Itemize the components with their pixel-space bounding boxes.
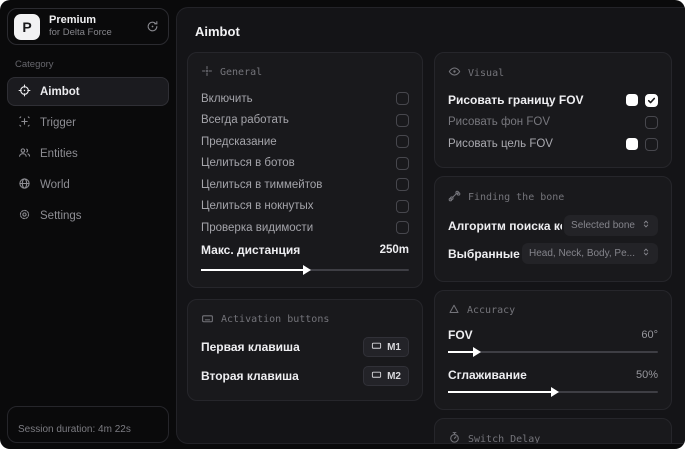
fov-border-row: Рисовать границу FOV (448, 89, 658, 111)
fov-slider[interactable] (448, 347, 658, 357)
fov-background-checkbox[interactable] (645, 115, 658, 129)
app-window: P Premium for Delta Force Category Aimbo… (0, 0, 685, 449)
selected-bones-row: Выбранные кости Head, Neck, Body, Pe... (448, 241, 658, 266)
visual-panel-title: Visual (468, 67, 505, 79)
timer-icon (448, 431, 461, 443)
target-knocked-checkbox[interactable] (396, 199, 409, 213)
fov-target-checkbox[interactable] (645, 137, 658, 151)
visibility-check-checkbox[interactable] (396, 221, 409, 235)
general-icon (201, 65, 213, 80)
sidebar-item-label: Trigger (40, 116, 76, 129)
smoothing-value: 50% (635, 369, 658, 381)
enable-checkbox[interactable] (396, 92, 409, 106)
key-icon (371, 340, 382, 354)
sidebar-item-aimbot[interactable]: Aimbot (7, 77, 169, 106)
fov-border-checkbox[interactable] (645, 93, 658, 107)
premium-card[interactable]: P Premium for Delta Force (7, 8, 169, 45)
fov-background-row: Рисовать фон FOV (448, 111, 658, 133)
visual-panel: Visual Рисовать границу FOV Рисовать фон… (434, 52, 672, 168)
setting-row-visibility-check: Проверка видимости (201, 217, 409, 239)
setting-row-enable: Включить (201, 88, 409, 110)
bone-algorithm-row: Алгоритм поиска костей Selected bone (448, 213, 658, 238)
switch-delay-panel: Switch Delay Задержка переключения Задер… (434, 418, 672, 444)
fov-border-color-swatch[interactable] (626, 94, 638, 106)
sidebar-item-settings[interactable]: Settings (7, 201, 169, 230)
always-work-checkbox[interactable] (396, 113, 409, 127)
setting-row-target-knocked: Целиться в нокнутых (201, 196, 409, 218)
bone-icon (448, 189, 461, 205)
prediction-checkbox[interactable] (396, 135, 409, 149)
fov-target-row: Рисовать цель FOV (448, 133, 658, 155)
selected-bones-select[interactable]: Head, Neck, Body, Pe... (522, 243, 658, 264)
aimbot-icon (18, 84, 31, 100)
premium-title: Premium (49, 13, 97, 26)
first-key-row: Первая клавиша M1 (201, 336, 409, 359)
fov-target-color-swatch[interactable] (626, 138, 638, 150)
smoothing-slider[interactable] (448, 387, 658, 397)
setting-row-always-work: Всегда работать (201, 110, 409, 132)
unfold-icon (641, 247, 651, 260)
second-key-row: Вторая клавиша M2 (201, 365, 409, 388)
settings-icon (18, 208, 31, 224)
accuracy-icon (448, 303, 460, 318)
switch-delay-panel-title: Switch Delay (468, 433, 541, 444)
accuracy-panel-title: Accuracy (467, 305, 516, 316)
sidebar: P Premium for Delta Force Category Aimbo… (0, 0, 176, 449)
sidebar-item-world[interactable]: World (7, 170, 169, 199)
key-icon (371, 369, 382, 383)
setting-row-target-bots: Целиться в ботов (201, 153, 409, 175)
fov-value: 60° (641, 329, 658, 341)
activation-buttons-panel: Activation buttons Первая клавиша M1 Вто… (187, 298, 423, 401)
sidebar-item-entities[interactable]: Entities (7, 139, 169, 168)
page-title: Aimbot (195, 24, 240, 39)
bone-algorithm-select[interactable]: Selected bone (564, 215, 658, 236)
sidebar-item-label: Settings (40, 209, 82, 222)
unfold-icon (641, 219, 651, 232)
activation-panel-title: Activation buttons (221, 314, 330, 325)
general-panel-title: General (220, 67, 263, 78)
sidebar-item-label: World (40, 178, 70, 191)
app-logo: P (14, 13, 40, 40)
second-key-button[interactable]: M2 (363, 366, 409, 386)
general-panel: General Включить Всегда работать Предска… (187, 52, 423, 288)
setting-row-prediction: Предсказание (201, 131, 409, 153)
max-distance-value: 250m (379, 244, 409, 256)
world-icon (18, 177, 31, 193)
max-distance-slider[interactable] (201, 264, 409, 275)
max-distance-row: Макс. дистанция 250m (201, 243, 409, 257)
smoothing-row: Сглаживание 50% (448, 368, 658, 382)
premium-subtitle: for Delta Force (49, 27, 112, 39)
session-duration-box: Session duration: 4m 22s (7, 406, 169, 443)
sidebar-item-label: Entities (40, 147, 78, 160)
sidebar-item-label: Aimbot (40, 85, 80, 98)
bone-panel-title: Finding the bone (468, 191, 565, 203)
setting-row-target-teammates: Целиться в тиммейтов (201, 174, 409, 196)
target-teammates-checkbox[interactable] (396, 178, 409, 192)
entities-icon (18, 146, 31, 162)
target-bots-checkbox[interactable] (396, 156, 409, 170)
keyboard-icon (201, 312, 214, 328)
session-duration-label: Session duration: 4m 22s (18, 424, 131, 435)
sidebar-item-trigger[interactable]: Trigger (7, 108, 169, 137)
finding-bone-panel: Finding the bone Алгоритм поиска костей … (434, 176, 672, 282)
category-label: Category (15, 59, 54, 70)
trigger-icon (18, 115, 31, 131)
visual-icon (448, 65, 461, 81)
sync-icon[interactable] (146, 20, 159, 33)
accuracy-panel: Accuracy FOV 60° Сглаживание 50% (434, 290, 672, 410)
fov-row: FOV 60° (448, 328, 658, 342)
first-key-button[interactable]: M1 (363, 337, 409, 357)
main-content: Aimbot General Включить Всегда работать … (176, 7, 685, 444)
